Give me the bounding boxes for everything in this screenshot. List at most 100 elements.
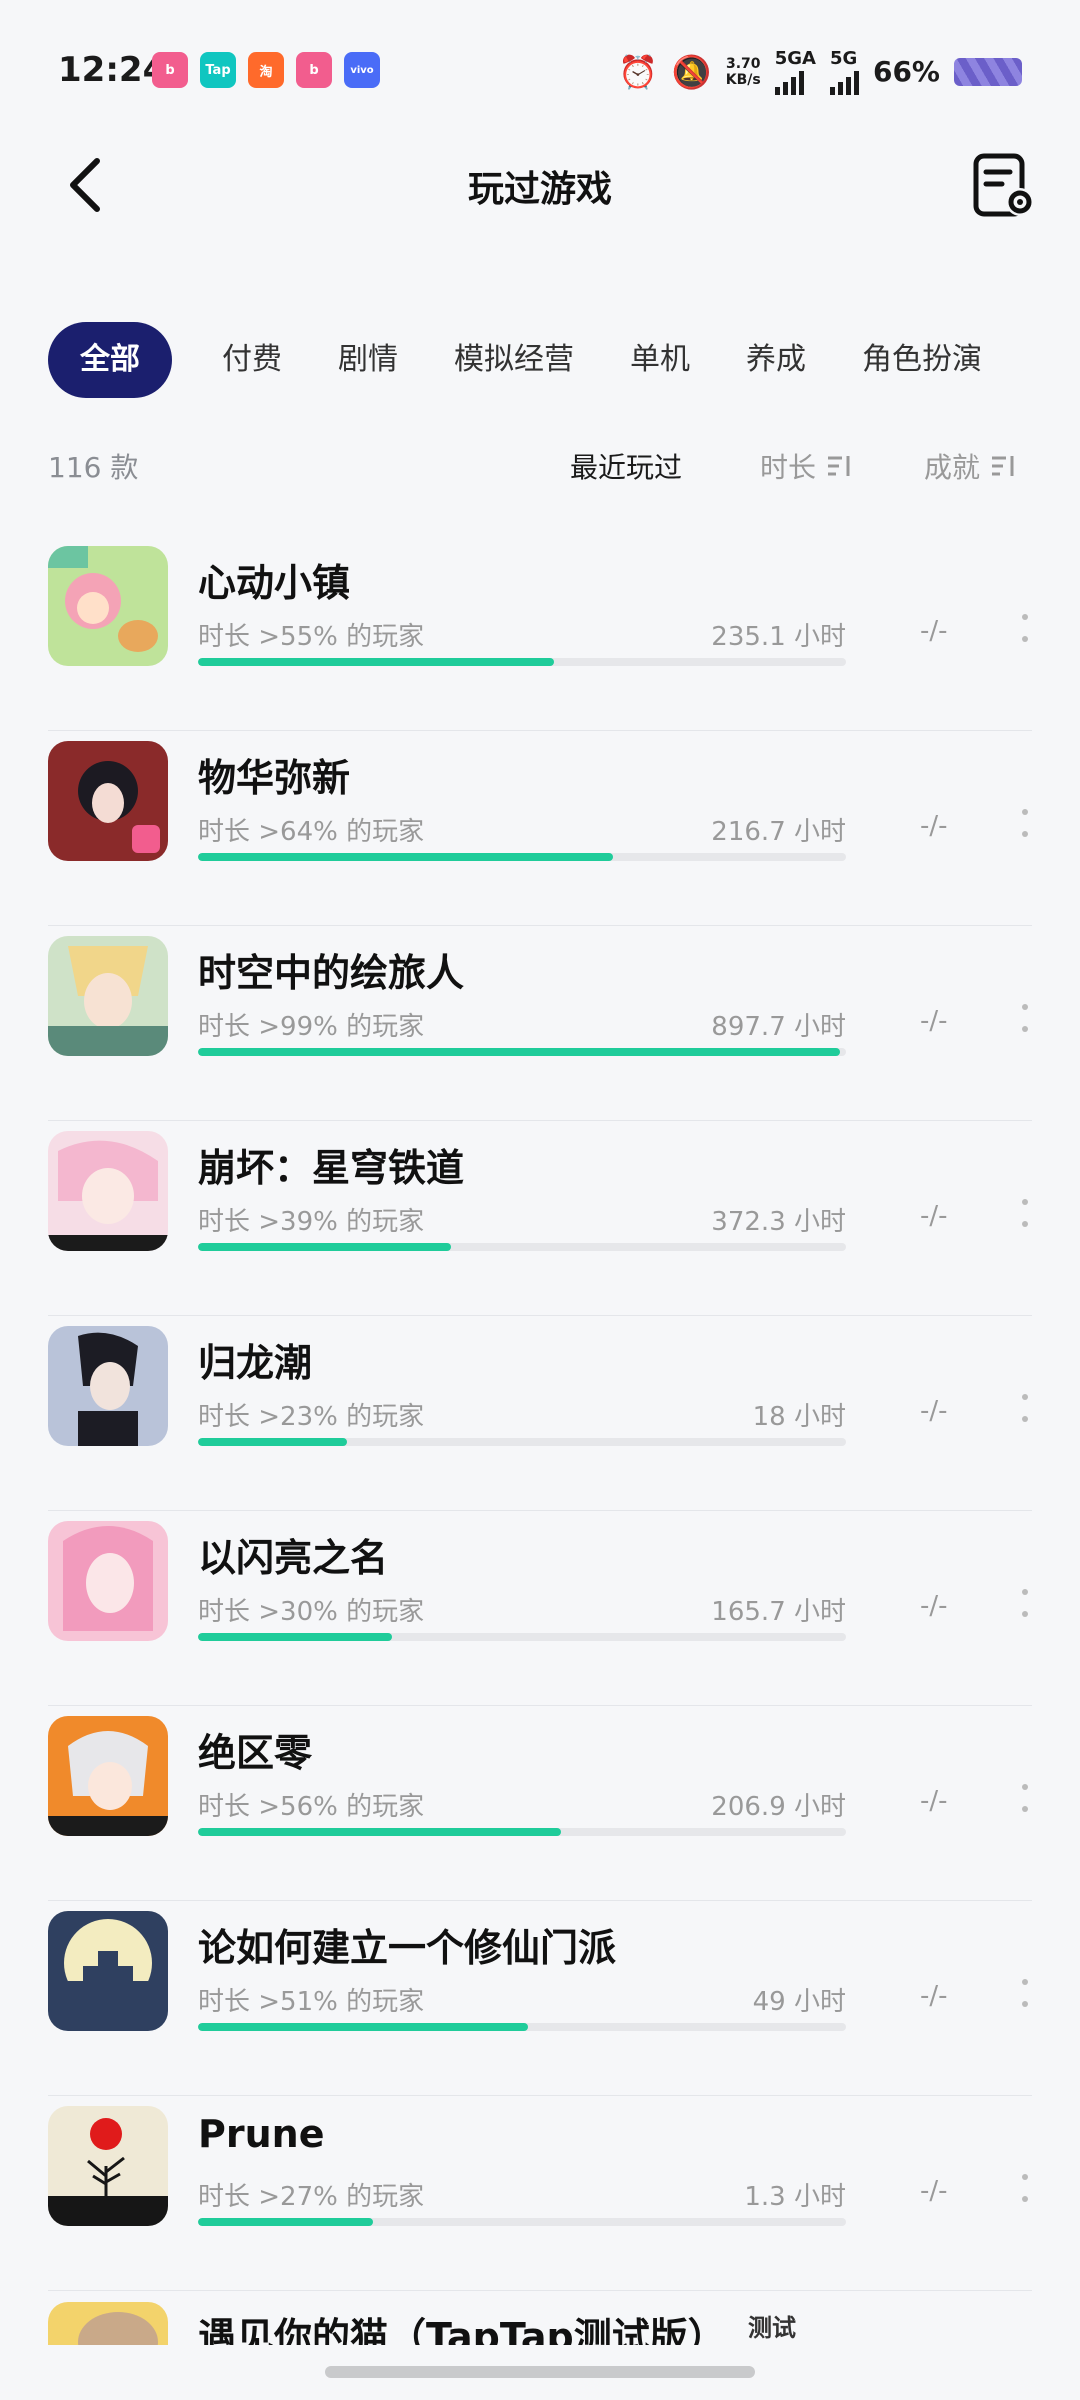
taobao-icon: 淘	[248, 52, 284, 88]
game-row[interactable]: 绝区零 时长 >56% 的玩家 206.9 小时 -/-	[48, 1706, 1032, 1901]
page-title: 玩过游戏	[467, 169, 612, 210]
game-row[interactable]: Prune 时长 >27% 的玩家 1.3 小时 -/-	[48, 2096, 1032, 2291]
playtime-progress	[198, 1633, 846, 1641]
game-percentile: 时长 >51% 的玩家	[198, 1987, 425, 2017]
battery-level: 66%	[872, 55, 940, 88]
header: 玩过游戏	[0, 140, 1080, 240]
game-row[interactable]: 遇见你的猫（TapTap测试版） 测试	[48, 2302, 1032, 2346]
sort-achievement-button[interactable]: 成就	[924, 446, 1016, 486]
signal-5g: 5G	[829, 48, 859, 95]
game-icon	[48, 546, 168, 666]
sort-icon	[992, 456, 1014, 476]
list-settings-button[interactable]	[966, 148, 1042, 224]
status-bar: 12:24 b Tap 淘 b vivo ⏰ 🔕 3.70 KB/s 5GA 5…	[0, 0, 1080, 140]
game-achievements: -/-	[920, 2176, 948, 2206]
game-name: Prune	[198, 2112, 325, 2156]
more-options-button[interactable]	[1018, 1193, 1032, 1233]
game-count: 116 款	[48, 451, 139, 484]
sort-icon	[828, 456, 850, 476]
tab-story[interactable]: 剧情	[338, 322, 398, 398]
game-name: 归龙潮	[198, 1341, 313, 1385]
game-name: 崩坏：星穹铁道	[198, 1146, 465, 1190]
mute-icon: 🔕	[671, 52, 712, 91]
game-row[interactable]: 以闪亮之名 时长 >30% 的玩家 165.7 小时 -/-	[48, 1511, 1032, 1706]
battery-icon	[954, 57, 1022, 86]
game-row[interactable]: 论如何建立一个修仙门派 时长 >51% 的玩家 49 小时 -/-	[48, 1901, 1032, 2096]
tab-nurturing[interactable]: 养成	[746, 322, 806, 398]
document-settings-icon	[973, 153, 1034, 217]
playtime-progress	[198, 1438, 846, 1446]
game-percentile: 时长 >23% 的玩家	[198, 1402, 425, 1432]
game-name: 绝区零	[198, 1731, 313, 1775]
game-icon	[48, 2302, 168, 2346]
playtime-progress	[198, 1828, 846, 1836]
game-percentile: 时长 >99% 的玩家	[198, 1012, 425, 1042]
game-row[interactable]: 崩坏：星穹铁道 时长 >39% 的玩家 372.3 小时 -/-	[48, 1121, 1032, 1316]
game-row[interactable]: 时空中的绘旅人 时长 >99% 的玩家 897.7 小时 -/-	[48, 926, 1032, 1121]
game-icon	[48, 741, 168, 861]
network-speed: 3.70 KB/s	[725, 55, 761, 88]
more-options-button[interactable]	[1018, 1583, 1032, 1623]
game-icon	[48, 1911, 168, 2031]
game-playtime: 206.9 小时	[711, 1792, 846, 1822]
playtime-progress	[198, 853, 846, 861]
signal-bars-icon	[829, 69, 859, 95]
category-tabs: 全部 付费 剧情 模拟经营 单机 养成 角色扮演	[48, 322, 1080, 402]
more-options-button[interactable]	[1018, 1973, 1032, 2013]
more-options-button[interactable]	[1018, 1778, 1032, 1818]
more-options-button[interactable]	[1018, 1388, 1032, 1428]
playtime-progress	[198, 2218, 846, 2226]
taptap-icon: Tap	[200, 52, 236, 88]
game-playtime: 216.7 小时	[711, 817, 846, 847]
tab-all[interactable]: 全部	[48, 322, 172, 398]
bilibili-icon: b	[296, 52, 332, 88]
playtime-progress	[198, 2023, 846, 2031]
game-achievements: -/-	[920, 616, 948, 646]
game-achievements: -/-	[920, 1981, 948, 2011]
game-percentile: 时长 >64% 的玩家	[198, 817, 425, 847]
game-list: 心动小镇 时长 >55% 的玩家 235.1 小时 -/- 物华弥新 时长 >6…	[48, 536, 1032, 2291]
tab-single-player[interactable]: 单机	[630, 322, 690, 398]
game-playtime: 1.3 小时	[744, 2182, 846, 2212]
tab-rpg[interactable]: 角色扮演	[862, 322, 982, 398]
vivo-icon: vivo	[344, 52, 380, 88]
signal-bars-icon	[774, 69, 804, 95]
playtime-progress	[198, 1243, 846, 1251]
sort-recent-button[interactable]: 最近玩过	[570, 446, 682, 486]
sort-duration-button[interactable]: 时长	[760, 446, 852, 486]
game-percentile: 时长 >55% 的玩家	[198, 622, 425, 652]
game-row[interactable]: 归龙潮 时长 >23% 的玩家 18 小时 -/-	[48, 1316, 1032, 1511]
more-options-button[interactable]	[1018, 2168, 1032, 2208]
test-badge: 测试	[748, 2314, 796, 2342]
home-indicator[interactable]	[325, 2366, 755, 2378]
more-options-button[interactable]	[1018, 803, 1032, 843]
game-icon	[48, 936, 168, 1056]
game-row[interactable]: 物华弥新 时长 >64% 的玩家 216.7 小时 -/-	[48, 731, 1032, 926]
more-options-button[interactable]	[1018, 608, 1032, 648]
system-icons: ⏰ 🔕 3.70 KB/s 5GA 5G 66%	[618, 48, 1022, 95]
game-achievements: -/-	[920, 811, 948, 841]
game-icon	[48, 1521, 168, 1641]
bilibili-icon: b	[152, 52, 188, 88]
game-name: 物华弥新	[198, 756, 351, 800]
more-options-button[interactable]	[1018, 998, 1032, 1038]
game-playtime: 165.7 小时	[711, 1597, 846, 1627]
game-percentile: 时长 >30% 的玩家	[198, 1597, 425, 1627]
game-row[interactable]: 心动小镇 时长 >55% 的玩家 235.1 小时 -/-	[48, 536, 1032, 731]
alarm-icon: ⏰	[618, 52, 658, 91]
game-icon	[48, 1716, 168, 1836]
game-icon	[48, 1131, 168, 1251]
notification-icons: b Tap 淘 b vivo	[152, 52, 380, 88]
game-name: 以闪亮之名	[198, 1536, 389, 1580]
game-playtime: 235.1 小时	[711, 622, 846, 652]
tab-paid[interactable]: 付费	[222, 322, 282, 398]
game-playtime: 897.7 小时	[711, 1012, 846, 1042]
game-icon	[48, 1326, 168, 1446]
tab-simulation[interactable]: 模拟经营	[454, 322, 574, 398]
game-achievements: -/-	[920, 1786, 948, 1816]
signal-5ga: 5GA	[774, 48, 816, 95]
game-achievements: -/-	[920, 1006, 948, 1036]
game-achievements: -/-	[920, 1201, 948, 1231]
game-name: 时空中的绘旅人	[198, 951, 465, 995]
playtime-progress	[198, 658, 846, 666]
